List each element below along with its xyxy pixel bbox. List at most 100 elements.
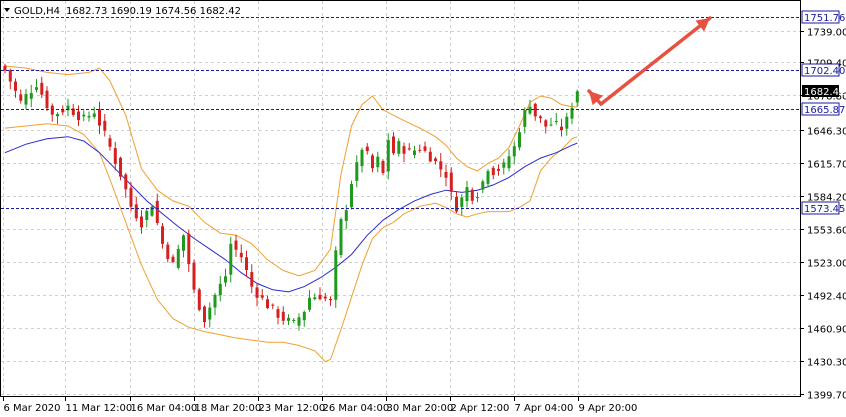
candle-bear xyxy=(14,78,17,98)
candle-bear xyxy=(365,143,369,155)
candle-body xyxy=(491,167,495,176)
candle-bull xyxy=(360,147,364,173)
candle-body xyxy=(150,206,154,216)
candle-body xyxy=(392,136,395,154)
y-tick-label: 1399.70 xyxy=(807,391,846,402)
candle-bear xyxy=(539,115,542,123)
indicator-series xyxy=(4,65,578,363)
candle-bear xyxy=(560,118,563,137)
candle-body xyxy=(434,158,437,162)
candle-bull xyxy=(308,290,311,312)
candle-body xyxy=(176,248,180,268)
candle-bull xyxy=(481,179,485,194)
candle-bull xyxy=(92,106,96,119)
candle-bear xyxy=(161,223,164,249)
candle-bear xyxy=(124,172,128,198)
candle-bear xyxy=(428,147,432,163)
dropdown-triangle-icon[interactable] xyxy=(4,8,10,12)
candle-body xyxy=(124,174,128,190)
candle-body xyxy=(218,283,222,296)
candle-body xyxy=(103,120,107,131)
candle-bear xyxy=(140,210,143,234)
y-tick-label: 1553.60 xyxy=(807,226,846,237)
candle-body xyxy=(92,113,96,117)
candle-body xyxy=(470,189,474,201)
candle-body xyxy=(386,140,390,172)
candle-bear xyxy=(77,105,80,126)
up-arrow-shaft xyxy=(599,16,712,106)
candle-bull xyxy=(339,217,343,258)
candle-bear xyxy=(260,289,264,301)
candle-bear xyxy=(276,306,280,325)
candle-body xyxy=(512,146,516,157)
candle-body xyxy=(339,219,343,255)
candle-body xyxy=(203,306,206,323)
candle-body xyxy=(549,124,553,126)
candle-body xyxy=(113,148,117,164)
candle-body xyxy=(134,204,138,219)
x-tick-label: 23 Mar 12:00 xyxy=(259,403,326,414)
candle-bull xyxy=(297,313,301,331)
candle-body xyxy=(518,132,521,148)
plot-border xyxy=(0,0,801,397)
x-tick-label: 9 Apr 20:00 xyxy=(579,403,638,414)
candle-bull xyxy=(29,84,33,108)
candle-bull xyxy=(376,151,380,173)
candle-bull xyxy=(523,107,527,134)
candle-body xyxy=(502,162,506,168)
chart-header: GOLD,H4 1682.73 1690.19 1674.56 1682.42 xyxy=(4,6,241,17)
y-tick-label: 1523.00 xyxy=(807,259,846,270)
candle-bear xyxy=(3,63,7,74)
ohlc-readout: 1682.73 1690.19 1674.56 1682.42 xyxy=(66,6,241,17)
grid xyxy=(1,1,800,396)
candle-bear xyxy=(187,230,191,273)
candle-bear xyxy=(323,292,327,302)
candle-body xyxy=(14,81,17,91)
candle-body xyxy=(24,94,28,105)
candle-bear xyxy=(245,250,248,277)
candle-bear xyxy=(407,143,411,151)
candle-body xyxy=(35,87,38,90)
candle-bull xyxy=(486,169,490,188)
x-tick-label: 30 Mar 20:00 xyxy=(387,403,454,414)
candle-body xyxy=(140,216,143,228)
candle-bear xyxy=(470,187,474,205)
candle-body xyxy=(407,148,411,150)
candle-body xyxy=(239,252,243,258)
candle-body xyxy=(108,138,112,147)
candle-body xyxy=(560,126,563,131)
level-price-box: 1702.40 xyxy=(801,63,845,77)
candle-body xyxy=(575,91,579,103)
current-price-label: 1682.42 xyxy=(804,87,845,98)
candle-body xyxy=(308,297,311,310)
candle-bull xyxy=(229,236,233,283)
candle-body xyxy=(323,296,327,299)
candle-bull xyxy=(465,180,469,208)
candle-body xyxy=(61,109,65,113)
candle-body xyxy=(82,114,86,117)
candle-body xyxy=(539,116,542,119)
candle-body xyxy=(334,250,338,300)
candle-bear xyxy=(402,142,406,163)
candle-body xyxy=(344,210,348,221)
y-tick-label: 1492.40 xyxy=(807,292,846,303)
y-tick-label: 1646.30 xyxy=(807,127,846,138)
chart-window: 1739.001709.401678.801646.301615.701584.… xyxy=(0,0,846,417)
candle-bear xyxy=(491,165,495,180)
candle-bear xyxy=(455,191,458,213)
candle-bear xyxy=(192,259,196,294)
candle-body xyxy=(329,299,332,301)
level-price-label: 1573.45 xyxy=(804,204,845,215)
candle-body xyxy=(455,196,458,212)
price-chart[interactable]: 1739.001709.401678.801646.301615.701584.… xyxy=(0,0,846,417)
candle-body xyxy=(544,120,548,127)
candle-body xyxy=(45,90,49,109)
candle-bull xyxy=(512,141,516,164)
candle-bear xyxy=(544,119,548,134)
candle-body xyxy=(476,197,479,199)
candle-bull xyxy=(507,149,511,172)
candle-body xyxy=(234,240,238,250)
candle-body xyxy=(224,276,227,283)
candle-body xyxy=(423,146,427,151)
level-price-label: 1702.40 xyxy=(804,66,845,77)
